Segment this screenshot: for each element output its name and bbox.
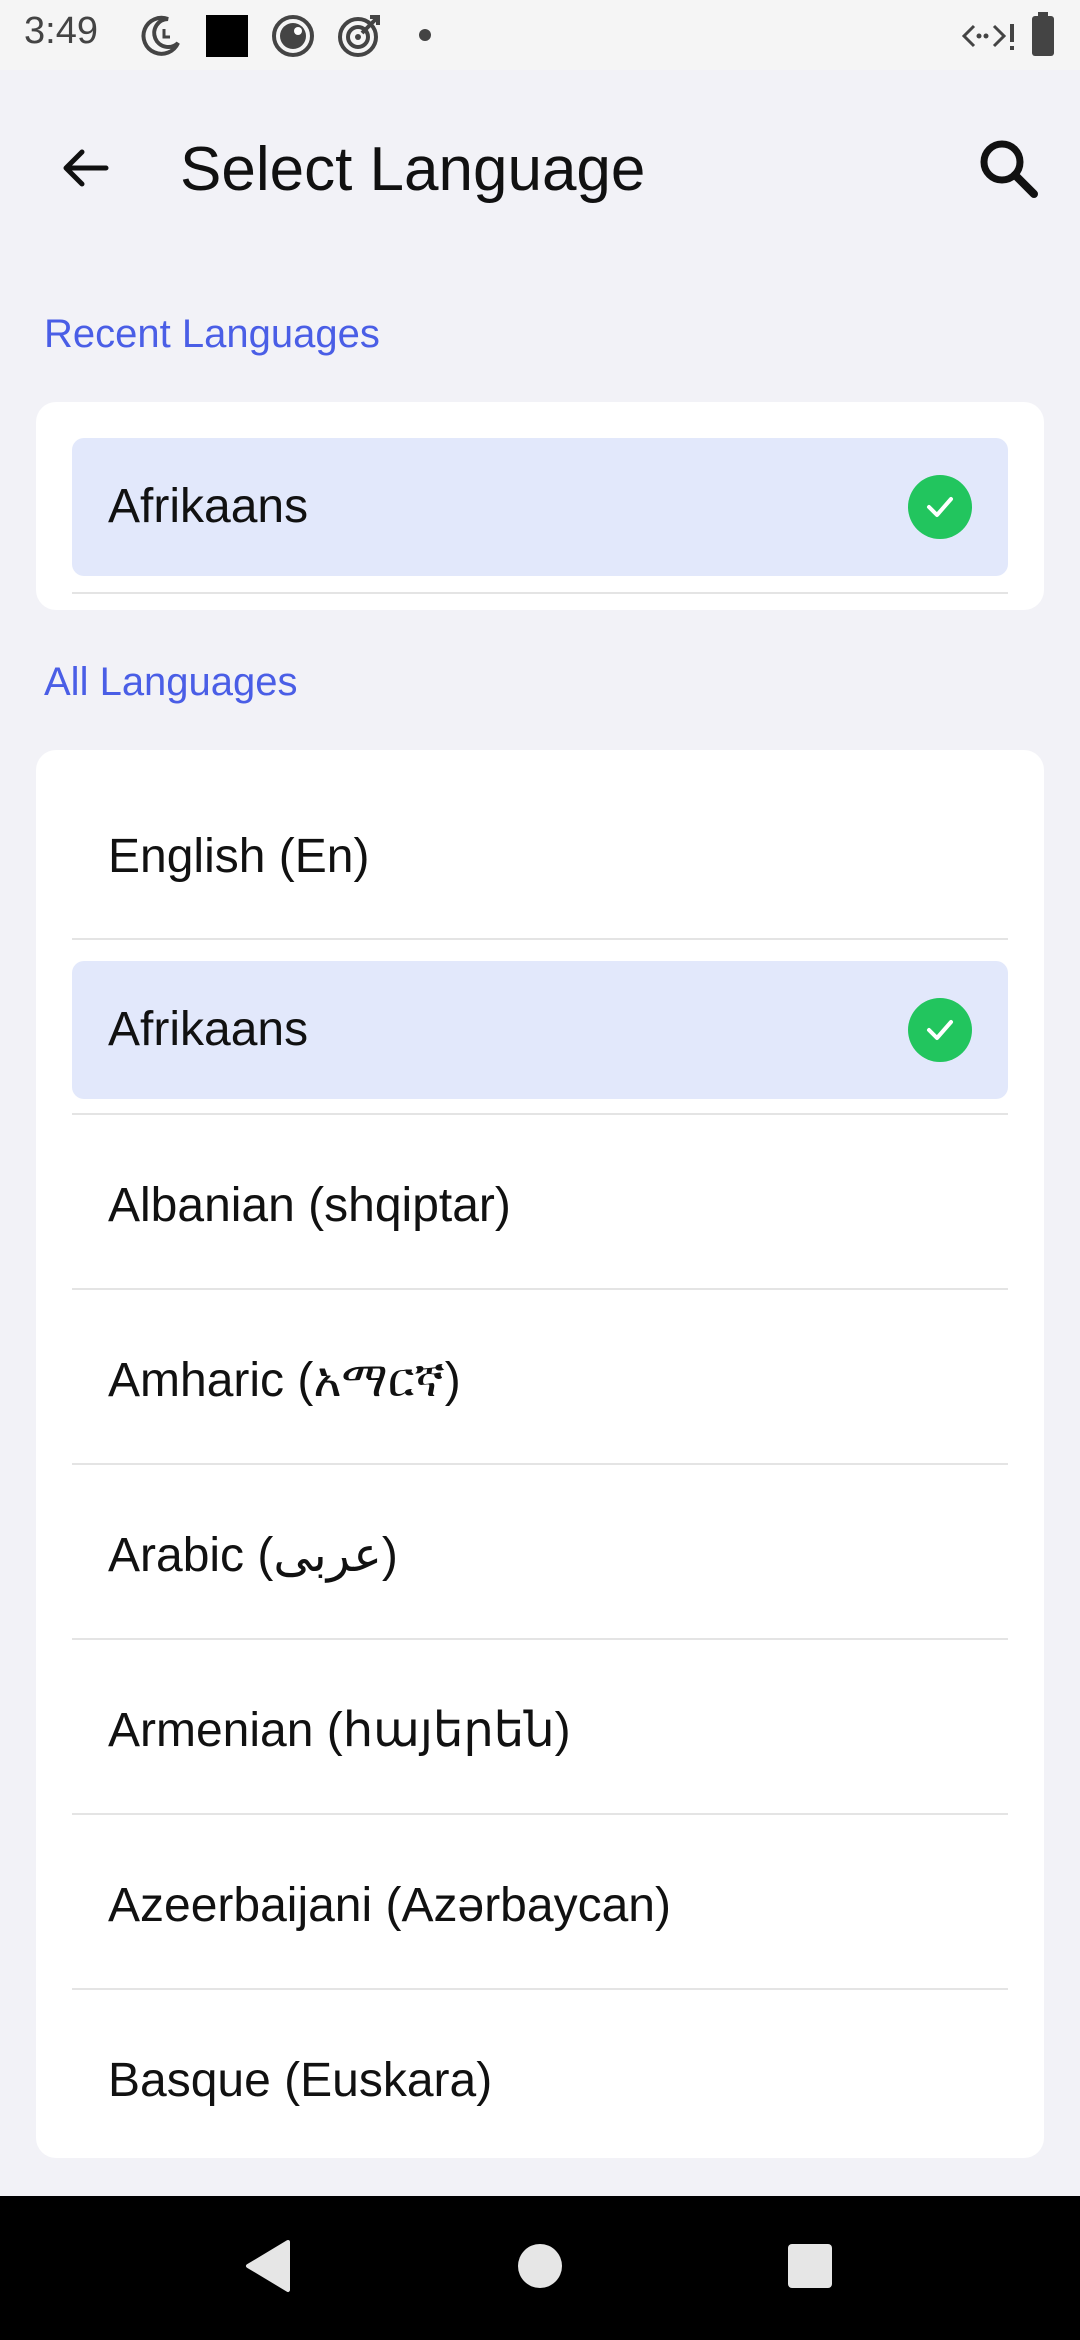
battery-icon [1030,12,1056,63]
black-square-icon [204,13,250,64]
all-languages-heading: All Languages [44,660,298,704]
divider [72,1638,1008,1640]
moon-clock-icon [138,13,184,64]
search-icon [976,136,1040,205]
nav-recents-button[interactable] [772,2230,848,2306]
language-label: Afrikaans [108,480,309,533]
divider [72,938,1008,940]
nav-home-button[interactable] [502,2230,578,2306]
language-label: Arabic (عربى) [108,1529,398,1582]
language-row-amharic[interactable]: Amharic (አማርኛ) [72,1312,1008,1450]
target-icon [336,13,382,64]
data-arrows-icon [961,18,1016,59]
divider [72,1813,1008,1815]
divider [72,1988,1008,1990]
page-title: Select Language [180,135,646,204]
language-label: Albanian (shqiptar) [108,1179,511,1232]
language-row-armenian[interactable]: Armenian (հայերեն) [72,1662,1008,1800]
nav-back-button[interactable] [230,2230,306,2306]
back-button[interactable] [42,128,126,212]
language-label: Azeerbaijani (Azərbaycan) [108,1879,671,1932]
status-bar: 3:49 [0,0,1080,70]
circle-dot-icon [270,13,316,64]
divider [72,1288,1008,1290]
language-label: Armenian (հայերեն) [108,1704,571,1757]
recents-square-icon [786,2242,834,2295]
divider [72,1113,1008,1115]
language-row-arabic[interactable]: Arabic (عربى) [72,1487,1008,1625]
app-bar: Select Language [0,70,1080,270]
language-label: English (En) [108,830,370,883]
arrow-left-icon [56,140,112,201]
language-row-albanian[interactable]: Albanian (shqiptar) [72,1137,1008,1275]
language-label: Basque (Euskara) [108,2054,493,2107]
back-triangle-icon [242,2238,294,2299]
status-time: 3:49 [24,10,98,52]
recent-languages-card: Afrikaans [36,402,1044,610]
language-row-azeerbaijani[interactable]: Azeerbaijani (Azərbaycan) [72,1837,1008,1975]
language-label: Amharic (አማርኛ) [108,1354,461,1407]
language-row-afrikaans[interactable]: Afrikaans [72,961,1008,1099]
divider [72,1463,1008,1465]
recent-language-row-afrikaans[interactable]: Afrikaans [72,438,1008,576]
all-languages-card: English (En) Afrikaans Albanian (shqipta… [36,750,1044,2158]
home-circle-icon [516,2242,564,2295]
search-button[interactable] [966,128,1050,212]
divider [72,592,1008,594]
recent-languages-heading: Recent Languages [44,312,380,356]
check-circle-icon [908,475,972,539]
language-label: Afrikaans [108,1003,309,1056]
dot-icon [418,28,432,47]
language-row-english[interactable]: English (En) [72,788,1008,926]
system-nav-bar [0,2196,1080,2340]
language-row-basque[interactable]: Basque (Euskara) [72,2012,1008,2150]
check-circle-icon [908,998,972,1062]
